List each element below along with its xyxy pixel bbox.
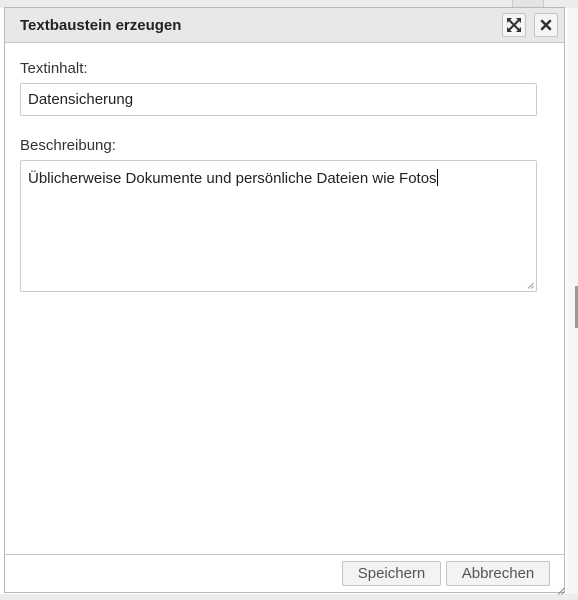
description-textarea[interactable]: Üblicherweise Dokumente und persönliche … [20, 160, 537, 292]
dialog-resize-grip-icon[interactable] [557, 587, 565, 595]
create-text-block-dialog: Textbaustein erzeugen Textinhalt: Datens… [4, 7, 565, 595]
close-icon [540, 19, 552, 31]
maximize-button[interactable] [502, 13, 526, 37]
background-window-bottom [0, 594, 578, 600]
dialog-footer: Speichern Abbrechen [5, 554, 564, 592]
dialog-title: Textbaustein erzeugen [20, 17, 182, 34]
text-cursor [436, 169, 438, 186]
description-text: Üblicherweise Dokumente und persönliche … [28, 170, 437, 187]
text-content-input[interactable] [20, 83, 537, 116]
save-button[interactable]: Speichern [342, 561, 441, 586]
dialog-titlebar[interactable]: Textbaustein erzeugen [5, 8, 564, 43]
maximize-icon [507, 18, 521, 32]
text-content-label: Textinhalt: [20, 60, 88, 77]
background-window-right [567, 8, 578, 600]
description-label: Beschreibung: [20, 137, 116, 154]
textarea-resize-grip-icon[interactable] [527, 282, 534, 289]
close-button[interactable] [534, 13, 558, 37]
cancel-button[interactable]: Abbrechen [446, 561, 550, 586]
